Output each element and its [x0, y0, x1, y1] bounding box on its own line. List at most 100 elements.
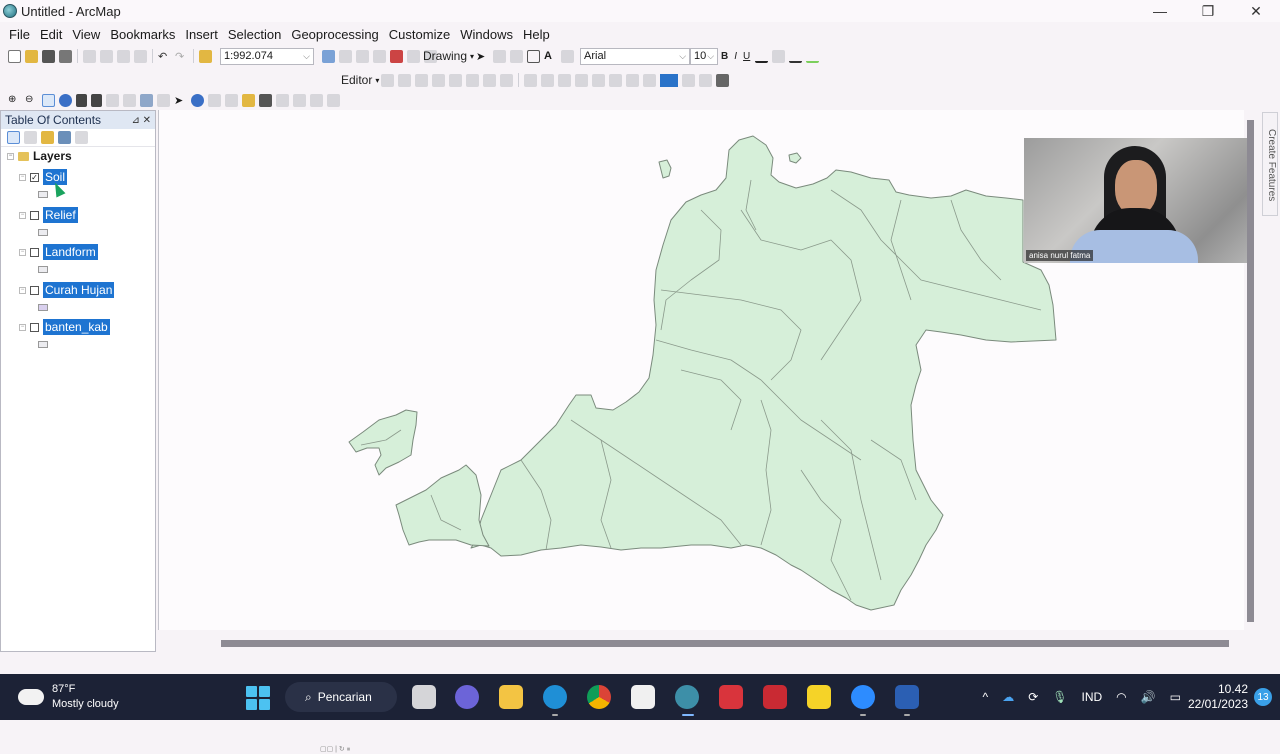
- flip-icon[interactable]: [626, 73, 640, 87]
- collapse-icon[interactable]: −: [19, 173, 26, 181]
- editor-toolbar-icon[interactable]: [322, 49, 335, 63]
- open-icon[interactable]: [25, 49, 38, 63]
- ungroup-icon[interactable]: [575, 73, 589, 87]
- list-by-drawing-order-icon[interactable]: [7, 131, 20, 144]
- volume-icon[interactable]: 🔊: [1141, 690, 1156, 704]
- time-slider-icon[interactable]: [310, 93, 323, 107]
- zoom-out-icon[interactable]: ⊖: [25, 94, 38, 107]
- layer-name[interactable]: Landform: [43, 244, 98, 260]
- layer-symbol-swatch[interactable]: [38, 304, 48, 311]
- rotate-right-icon[interactable]: [643, 73, 657, 87]
- pan-icon[interactable]: [42, 93, 55, 107]
- hyperlink-icon[interactable]: [208, 93, 221, 107]
- layer-symbol-swatch[interactable]: [38, 191, 48, 198]
- layer-visibility-checkbox[interactable]: ✓: [30, 172, 39, 182]
- horizontal-scrollbar[interactable]: [221, 640, 1229, 647]
- fixed-zoom-in-icon[interactable]: [76, 93, 87, 107]
- bold-button[interactable]: B: [718, 51, 731, 62]
- text-icon[interactable]: A: [544, 50, 557, 63]
- menu-edit[interactable]: Edit: [35, 27, 67, 42]
- delete-icon[interactable]: [134, 49, 147, 63]
- menu-geoprocessing[interactable]: Geoprocessing: [286, 27, 383, 42]
- line-color-icon[interactable]: [789, 50, 803, 63]
- layer-curah-hujan[interactable]: − Curah Hujan: [19, 282, 115, 298]
- list-by-selection-icon[interactable]: [58, 131, 71, 144]
- zoom-whole-page-icon[interactable]: [510, 49, 524, 63]
- layer-name[interactable]: Curah Hujan: [43, 282, 115, 298]
- group-icon[interactable]: [558, 73, 572, 87]
- start-button[interactable]: [246, 686, 270, 710]
- select-features-icon[interactable]: [140, 93, 153, 107]
- minimize-button[interactable]: —: [1136, 0, 1184, 22]
- chrome-icon[interactable]: [587, 685, 611, 709]
- onedrive-icon[interactable]: ☁: [1002, 690, 1014, 704]
- python-window-icon[interactable]: [407, 49, 420, 63]
- add-data-icon[interactable]: [199, 49, 212, 63]
- fixed-zoom-out-icon[interactable]: [91, 93, 102, 107]
- select-elements-icon[interactable]: ➤: [476, 50, 489, 63]
- create-viewer-icon[interactable]: [327, 93, 340, 107]
- layer-symbol-swatch[interactable]: [38, 266, 48, 273]
- menu-view[interactable]: View: [67, 27, 105, 42]
- create-features-tab[interactable]: Create Features: [1262, 112, 1278, 216]
- measure-icon[interactable]: [242, 93, 255, 107]
- edit-tool-icon[interactable]: [381, 73, 395, 87]
- weather-widget[interactable]: 87°F Mostly cloudy: [18, 682, 119, 712]
- split-tool-icon[interactable]: [432, 73, 446, 87]
- maximize-button[interactable]: ❐: [1184, 0, 1232, 22]
- html-popup-icon[interactable]: [225, 93, 238, 107]
- sync-icon[interactable]: ⟳: [1028, 690, 1038, 704]
- clear-selection-icon[interactable]: [157, 93, 170, 107]
- microsoft-store-icon[interactable]: [631, 685, 655, 709]
- layout-view-controls[interactable]: ▢▢ | ↻ ⏸: [320, 745, 350, 754]
- collapse-icon[interactable]: −: [19, 286, 26, 294]
- menu-selection[interactable]: Selection: [223, 27, 286, 42]
- edge-icon[interactable]: [543, 685, 567, 709]
- straight-segment-icon[interactable]: [398, 73, 412, 87]
- layer-symbol-swatch[interactable]: [38, 341, 48, 348]
- fill-color-icon[interactable]: [772, 49, 786, 63]
- auto-hide-pin-icon[interactable]: ⊿: [131, 115, 139, 126]
- catalog-window-icon[interactable]: [356, 49, 369, 63]
- font-size-combo[interactable]: 10 ⌵: [690, 47, 719, 65]
- distribute-icon[interactable]: [541, 73, 555, 87]
- scale-combo[interactable]: 1:992.074 ⌵: [220, 47, 314, 65]
- layer-visibility-checkbox[interactable]: [30, 322, 39, 332]
- file-explorer-icon[interactable]: [499, 685, 523, 709]
- mendeley-desktop-icon[interactable]: [763, 685, 787, 709]
- notification-badge[interactable]: 13: [1254, 688, 1272, 706]
- toc-close-icon[interactable]: ✕: [143, 115, 151, 126]
- sticky-notes-icon[interactable]: [807, 685, 831, 709]
- save-icon[interactable]: [42, 49, 55, 63]
- list-by-visibility-icon[interactable]: [41, 131, 54, 144]
- marker-color-icon[interactable]: [806, 50, 820, 63]
- show-hidden-icons-chevron-icon[interactable]: ^: [983, 690, 989, 704]
- rectangle-icon[interactable]: [527, 49, 541, 63]
- battery-icon[interactable]: ▭: [1170, 690, 1181, 704]
- word-icon[interactable]: [895, 685, 919, 709]
- teams-chat-icon[interactable]: [455, 685, 479, 709]
- menu-customize[interactable]: Customize: [384, 27, 455, 42]
- full-extent-icon[interactable]: [59, 93, 72, 107]
- select-elements-tool-icon[interactable]: ➤: [174, 94, 187, 107]
- close-button[interactable]: ✕: [1232, 0, 1280, 22]
- underline-button[interactable]: U: [740, 51, 753, 62]
- list-by-source-icon[interactable]: [24, 131, 37, 144]
- input-language[interactable]: IND: [1081, 690, 1102, 704]
- drawing-menu[interactable]: Drawing: [420, 49, 470, 63]
- task-view-icon[interactable]: [412, 685, 436, 709]
- collapse-icon[interactable]: −: [19, 248, 26, 256]
- menu-help[interactable]: Help: [518, 27, 555, 42]
- undo-icon[interactable]: ↶: [158, 50, 171, 63]
- arctoolbox-icon[interactable]: [390, 49, 403, 63]
- menu-file[interactable]: File: [4, 27, 35, 42]
- create-features-icon[interactable]: [500, 73, 514, 87]
- new-document-icon[interactable]: [8, 49, 21, 63]
- menu-insert[interactable]: Insert: [180, 27, 223, 42]
- cut-icon[interactable]: [83, 49, 96, 63]
- collapse-icon[interactable]: −: [19, 323, 26, 331]
- toc-options-icon[interactable]: [75, 131, 88, 144]
- forward-extent-icon[interactable]: [123, 93, 136, 107]
- nudge-icon[interactable]: [609, 73, 623, 87]
- find-route-icon[interactable]: [276, 93, 289, 107]
